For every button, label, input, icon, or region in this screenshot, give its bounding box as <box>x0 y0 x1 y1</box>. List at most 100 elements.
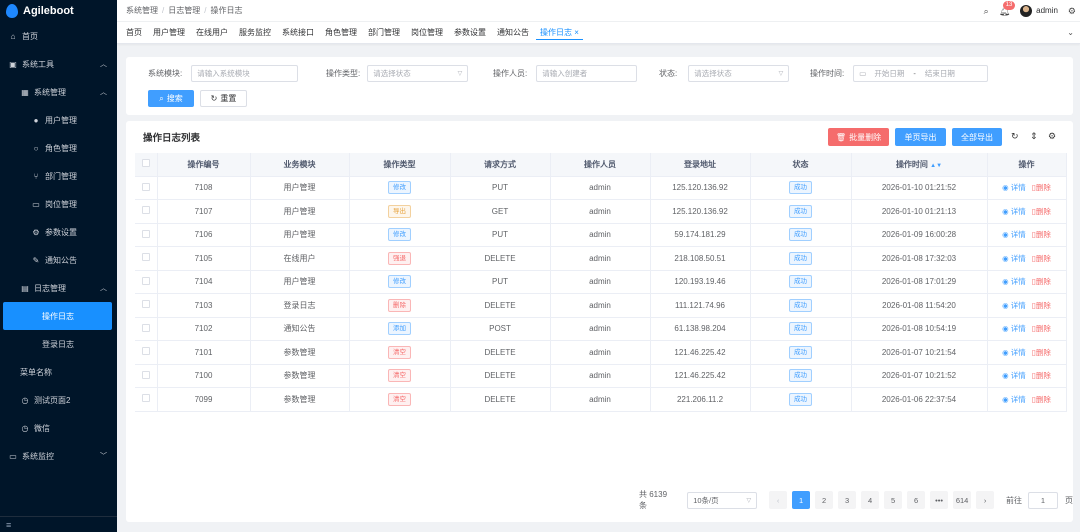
tab-item[interactable]: 部门管理 <box>364 26 404 40</box>
row-checkbox[interactable] <box>141 347 150 356</box>
detail-link[interactable]: ◉ 详情 <box>1002 230 1026 239</box>
optype-select[interactable]: 请选择状态 ▽ <box>367 65 469 82</box>
chevron-down-icon[interactable]: ⌄ <box>1067 28 1074 37</box>
refresh-icon[interactable]: ↻ <box>1011 131 1019 142</box>
row-checkbox[interactable] <box>141 300 150 309</box>
row-checkbox[interactable] <box>141 206 150 215</box>
detail-link[interactable]: ◉ 详情 <box>1002 324 1026 333</box>
sidebar-item[interactable]: ● 用户管理 <box>0 106 117 134</box>
sidebar-item[interactable]: ○ 角色管理 <box>0 134 117 162</box>
next-page-button[interactable]: › <box>976 491 995 509</box>
business-module: 参数管理 <box>250 364 350 388</box>
sidebar-item[interactable]: ⌂ 首页 <box>0 22 117 50</box>
delete-link[interactable]: ▯删除 <box>1032 254 1051 263</box>
user-menu[interactable]: admin <box>1020 5 1058 17</box>
sidebar-item[interactable]: ◷ 测试页面2 <box>0 386 117 414</box>
export-page-button[interactable]: 单页导出 <box>895 128 946 146</box>
settings-icon[interactable]: ⚙ <box>1048 131 1056 142</box>
sidebar-item[interactable]: ◷ 微信 <box>0 414 117 442</box>
tab-item[interactable]: 服务监控 <box>235 26 275 40</box>
delete-link[interactable]: ▯删除 <box>1032 371 1051 380</box>
tab-item[interactable]: 操作日志 × <box>536 26 583 40</box>
detail-link[interactable]: ◉ 详情 <box>1002 254 1026 263</box>
row-checkbox[interactable] <box>141 276 150 285</box>
delete-link[interactable]: ▯删除 <box>1032 277 1051 286</box>
page-number[interactable]: 2 <box>815 491 834 509</box>
tab-item[interactable]: 用户管理 <box>149 26 189 40</box>
detail-link[interactable]: ◉ 详情 <box>1002 395 1026 404</box>
status-select[interactable]: 请选择状态 ▽ <box>688 65 790 82</box>
breadcrumb-item[interactable]: 日志管理 <box>168 6 200 15</box>
page-number[interactable]: 5 <box>884 491 903 509</box>
collapse-sidebar-icon[interactable]: ≡ <box>0 516 117 532</box>
sidebar-item[interactable]: ✎ 通知公告 <box>0 246 117 274</box>
page-number[interactable]: 4 <box>861 491 880 509</box>
operator-input[interactable]: 请输入创建者 <box>536 65 638 82</box>
column-height-icon[interactable]: ⇕ <box>1030 131 1038 142</box>
tab-item[interactable]: 系统接口 <box>278 26 318 40</box>
delete-link[interactable]: ▯删除 <box>1032 348 1051 357</box>
module-input[interactable]: 请输入系统模块 <box>191 65 299 82</box>
tab-item[interactable]: 参数设置 <box>450 26 490 40</box>
page-number[interactable]: 614 <box>953 491 972 509</box>
delete-link[interactable]: ▯删除 <box>1032 230 1051 239</box>
sidebar-item[interactable]: ▭ 系统监控 ﹀ <box>0 442 117 470</box>
sidebar-item[interactable]: 菜单名称 <box>0 358 117 386</box>
app-name: Agileboot <box>23 5 74 17</box>
bell-icon[interactable]: 🔔︎ 13 <box>999 0 1016 17</box>
delete-link[interactable]: ▯删除 <box>1032 395 1051 404</box>
op-type-cell: 修改 <box>349 176 451 200</box>
row-checkbox[interactable] <box>141 370 150 379</box>
more-pages-icon[interactable]: ••• <box>930 491 949 509</box>
tab-item[interactable]: 在线用户 <box>192 26 232 40</box>
logo[interactable]: Agileboot <box>0 0 117 22</box>
detail-link[interactable]: ◉ 详情 <box>1002 348 1026 357</box>
tab-item[interactable]: 角色管理 <box>321 26 361 40</box>
sort-icon[interactable]: ▲▼ <box>930 163 942 169</box>
op-type-tag: 删除 <box>388 298 411 312</box>
page-size-select[interactable]: 10条/页 ▽ <box>687 491 758 509</box>
select-all-checkbox[interactable] <box>141 159 150 168</box>
detail-link[interactable]: ◉ 详情 <box>1002 277 1026 286</box>
actions-cell: ◉ 详情 ▯删除 <box>987 270 1067 294</box>
row-checkbox[interactable] <box>141 253 150 262</box>
page-number[interactable]: 1 <box>792 491 811 509</box>
delete-link[interactable]: ▯删除 <box>1032 324 1051 333</box>
detail-link[interactable]: ◉ 详情 <box>1002 301 1026 310</box>
tab-item[interactable]: 通知公告 <box>493 26 533 40</box>
page-number[interactable]: 3 <box>838 491 857 509</box>
row-checkbox[interactable] <box>141 394 150 403</box>
goto-page-input[interactable]: 1 <box>1028 491 1058 509</box>
export-all-button[interactable]: 全部导出 <box>952 128 1002 146</box>
row-checkbox[interactable] <box>141 323 150 332</box>
tab-item[interactable]: 岗位管理 <box>407 26 447 40</box>
detail-link[interactable]: ◉ 详情 <box>1002 183 1026 192</box>
search-icon[interactable]: ⌕ <box>984 6 989 17</box>
breadcrumb-item[interactable]: 系统管理 <box>126 6 158 15</box>
delete-link[interactable]: ▯删除 <box>1032 301 1051 310</box>
page-number[interactable]: 6 <box>907 491 926 509</box>
sortable-column-header[interactable]: 操作时间 ▲▼ <box>851 153 988 177</box>
reset-button[interactable]: ↻ 重置 <box>200 90 247 107</box>
sidebar-item[interactable]: 操作日志 <box>3 302 112 330</box>
row-checkbox[interactable] <box>141 182 150 191</box>
prev-page-button[interactable]: ‹ <box>769 491 788 509</box>
sidebar-item[interactable]: ▭ 岗位管理 <box>0 190 117 218</box>
date-range-picker[interactable]: ▭ 开始日期 - 结束日期 <box>853 65 989 82</box>
gear-icon[interactable]: ⚙ <box>1068 6 1076 17</box>
sidebar-item[interactable]: ⚙ 参数设置 <box>0 218 117 246</box>
delete-link[interactable]: ▯删除 <box>1032 183 1051 192</box>
sidebar-item[interactable]: ▣ 系统工具 ︿ <box>0 50 117 78</box>
tab-item[interactable]: 首页 <box>122 26 146 40</box>
sidebar-item[interactable]: ▤ 日志管理 ︿ <box>0 274 117 302</box>
batch-delete-button[interactable]: 🗑︎ 批量删除 <box>828 128 889 146</box>
row-checkbox[interactable] <box>141 229 150 238</box>
sidebar-item[interactable]: ▦ 系统管理 ︿ <box>0 78 117 106</box>
sidebar-item[interactable]: ⑂ 部门管理 <box>0 162 117 190</box>
detail-link[interactable]: ◉ 详情 <box>1002 207 1026 216</box>
delete-link[interactable]: ▯删除 <box>1032 207 1051 216</box>
op-type-cell: 删除 <box>349 293 451 318</box>
detail-link[interactable]: ◉ 详情 <box>1002 371 1026 380</box>
sidebar-item[interactable]: 登录日志 <box>0 330 117 358</box>
search-button[interactable]: ⌕ 搜索 <box>148 90 194 107</box>
